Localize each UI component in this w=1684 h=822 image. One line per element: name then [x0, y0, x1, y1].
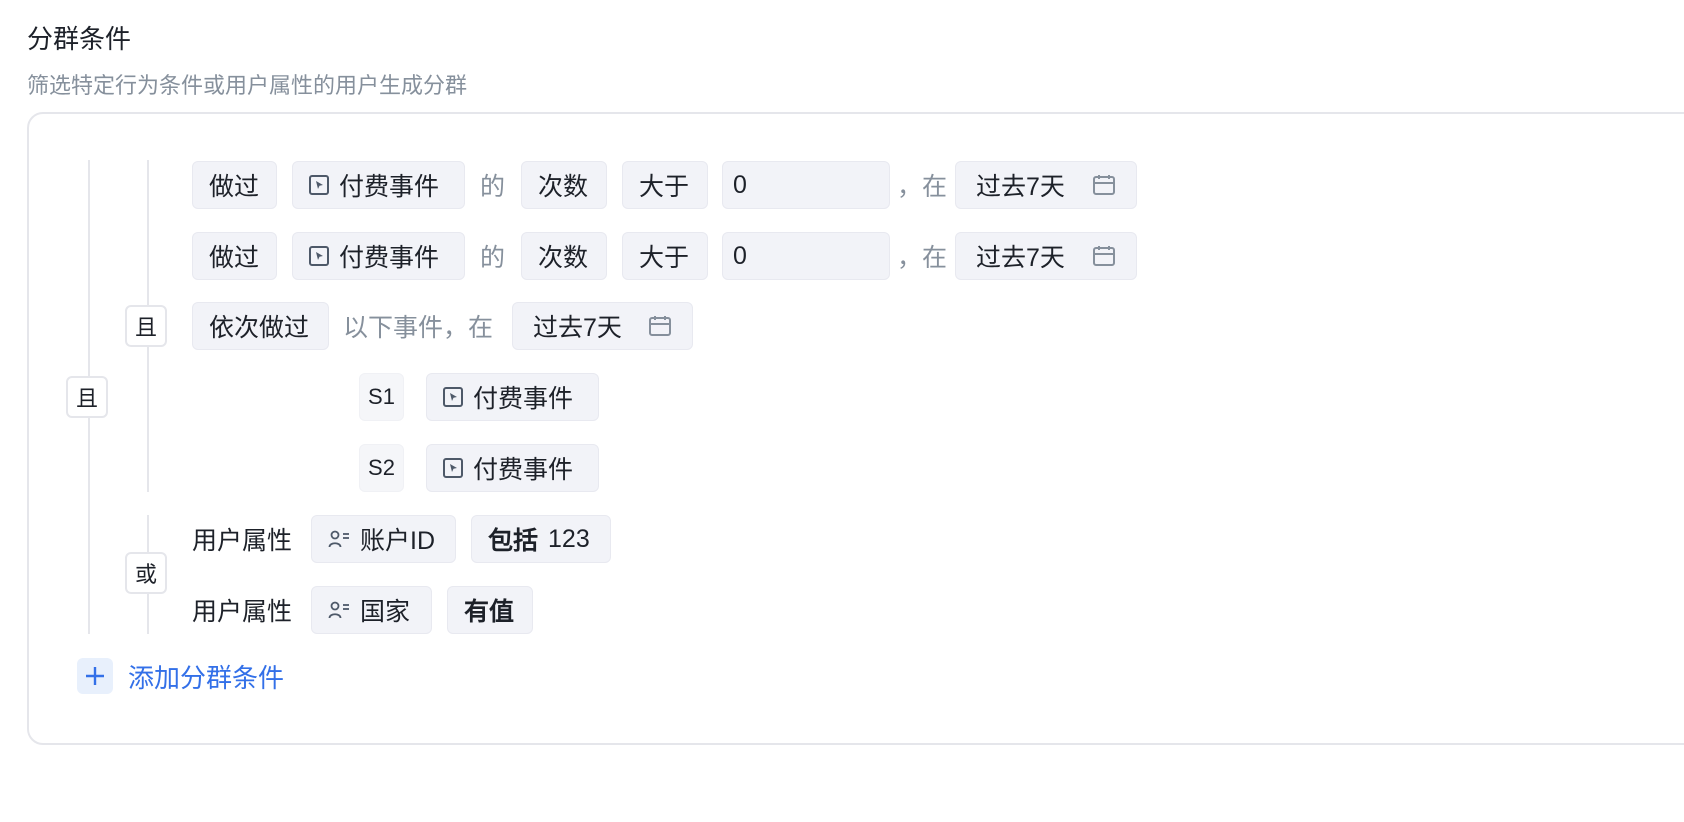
date-label: 过去7天: [976, 244, 1065, 272]
filter-operator: 有值: [464, 598, 515, 626]
metric-select[interactable]: 次数: [521, 232, 607, 280]
sequence-action-label: 依次做过: [209, 314, 310, 342]
date-range-picker[interactable]: 过去7天: [955, 161, 1137, 209]
event-cursor-icon: [309, 175, 329, 195]
calendar-icon: [1093, 246, 1115, 266]
value-input[interactable]: 0: [722, 161, 890, 209]
user-property-label: 用户属性: [192, 527, 293, 555]
of-text: 的: [480, 244, 506, 272]
property-select[interactable]: 账户ID: [311, 515, 456, 563]
value-text: 0: [733, 241, 747, 270]
property-filter-select[interactable]: 有值: [447, 586, 533, 634]
action-select[interactable]: 做过: [192, 161, 277, 209]
user-property-label: 用户属性: [192, 598, 293, 626]
action-label: 做过: [209, 244, 260, 272]
metric-select[interactable]: 次数: [521, 161, 607, 209]
calendar-icon: [1093, 175, 1115, 195]
metric-label: 次数: [538, 173, 589, 201]
property-label: 账户ID: [360, 527, 436, 555]
event-label: 付费事件: [339, 244, 440, 272]
comma-in-text: ，在: [897, 244, 948, 272]
filter-operator: 包括: [488, 527, 539, 555]
property-filter-select[interactable]: 包括 123: [471, 515, 611, 563]
event-cursor-icon: [309, 246, 329, 266]
action-select[interactable]: 做过: [192, 232, 277, 280]
date-range-picker[interactable]: 过去7天: [512, 302, 693, 350]
operator-label: 大于: [639, 173, 690, 201]
property-select[interactable]: 国家: [311, 586, 432, 634]
event-select[interactable]: 付费事件: [292, 232, 465, 280]
plus-icon: [86, 667, 104, 685]
comma-in-text: ，在: [897, 173, 948, 201]
filter-value: 123: [548, 524, 590, 553]
step-event-select[interactable]: 付费事件: [426, 373, 599, 421]
value-input[interactable]: 0: [722, 232, 890, 280]
section-description: 筛选特定行为条件或用户属性的用户生成分群: [27, 73, 468, 98]
event-label: 付费事件: [473, 456, 574, 484]
user-property-icon: [328, 601, 349, 619]
user-property-icon: [328, 530, 349, 548]
metric-label: 次数: [538, 244, 589, 272]
step-label: S1: [368, 384, 395, 409]
event-label: 付费事件: [339, 173, 440, 201]
event-cursor-icon: [443, 387, 463, 407]
step-badge: S1: [359, 373, 404, 421]
add-condition-button[interactable]: [77, 658, 113, 694]
date-label: 过去7天: [976, 173, 1065, 201]
action-label: 做过: [209, 173, 260, 201]
sequence-action-select[interactable]: 依次做过: [192, 302, 329, 350]
outer-logic-toggle[interactable]: 且: [66, 376, 108, 418]
date-range-picker[interactable]: 过去7天: [955, 232, 1137, 280]
section-title: 分群条件: [27, 24, 132, 54]
following-events-text: 以下事件，在: [343, 314, 494, 342]
property-label: 国家: [360, 598, 411, 626]
group2-logic-toggle[interactable]: 或: [125, 552, 167, 594]
event-cursor-icon: [443, 458, 463, 478]
event-label: 付费事件: [473, 385, 574, 413]
group1-logic-toggle[interactable]: 且: [125, 305, 167, 347]
step-badge: S2: [359, 444, 404, 492]
value-text: 0: [733, 170, 747, 199]
operator-label: 大于: [639, 244, 690, 272]
step-event-select[interactable]: 付费事件: [426, 444, 599, 492]
add-condition-link[interactable]: 添加分群条件: [128, 658, 284, 694]
of-text: 的: [480, 173, 506, 201]
calendar-icon: [649, 316, 671, 336]
date-label: 过去7天: [533, 314, 622, 342]
event-select[interactable]: 付费事件: [292, 161, 465, 209]
operator-select[interactable]: 大于: [622, 161, 708, 209]
step-label: S2: [368, 455, 395, 480]
operator-select[interactable]: 大于: [622, 232, 708, 280]
